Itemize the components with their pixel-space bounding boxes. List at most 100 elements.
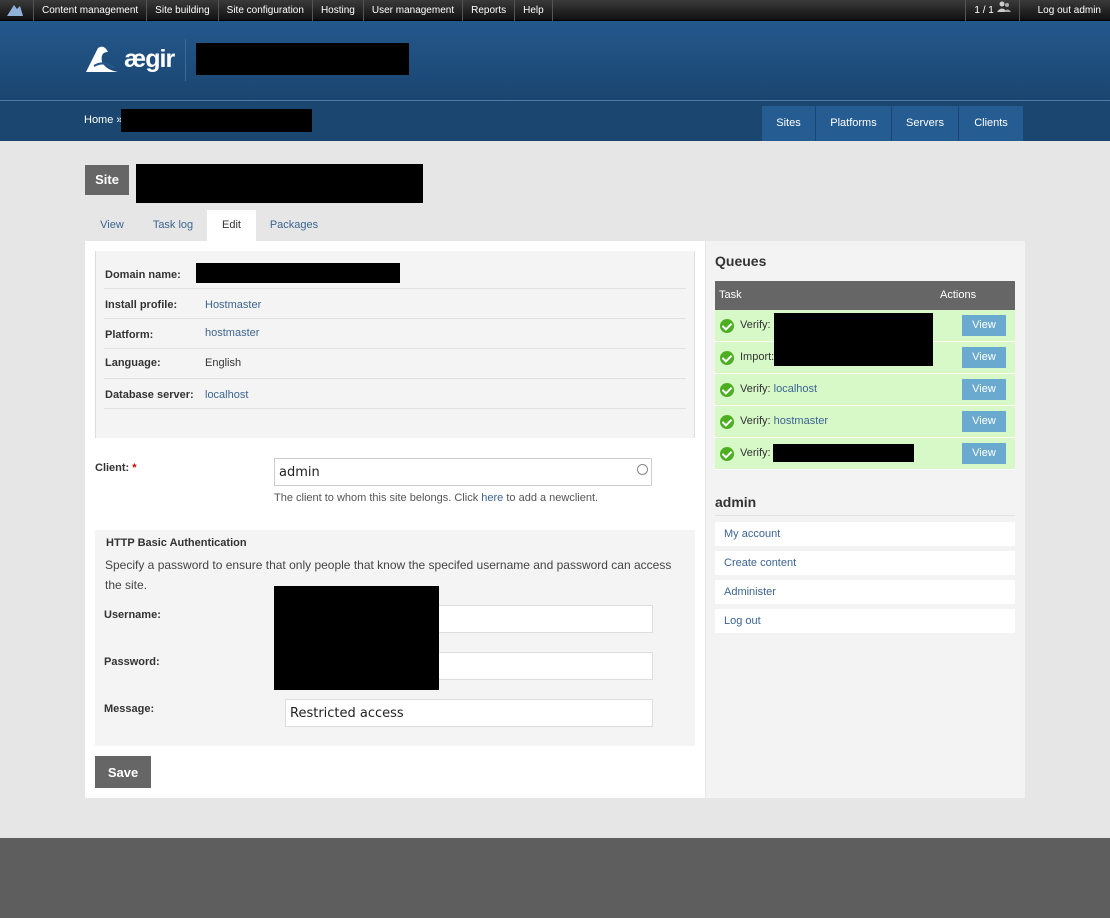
- create-content-link[interactable]: Create content: [715, 551, 1015, 575]
- page-footer: [0, 838, 1110, 918]
- header-divider: [185, 39, 186, 81]
- tab-clients[interactable]: Clients: [959, 106, 1023, 141]
- redacted-site-name: [196, 43, 409, 75]
- view-button[interactable]: View: [962, 411, 1006, 432]
- queues-table-header: Task Actions: [715, 281, 1015, 310]
- view-button[interactable]: View: [962, 443, 1006, 464]
- logout-link[interactable]: Log out admin: [1020, 0, 1110, 21]
- my-account-link[interactable]: My account: [715, 522, 1015, 546]
- subheader: Home » Sites Platforms Servers Clients: [0, 100, 1110, 141]
- info-row-profile: Install profile: Hostmaster: [104, 289, 686, 319]
- client-label: Client: *: [95, 462, 137, 474]
- language-value: English: [205, 357, 242, 369]
- http-auth-title: HTTP Basic Authentication: [106, 537, 247, 549]
- queue-task: Import:: [740, 351, 774, 363]
- database-label: Database server:: [105, 389, 194, 401]
- username-label: Username:: [104, 609, 161, 621]
- queue-row: Verify: View: [715, 438, 1015, 470]
- message-label: Message:: [104, 703, 155, 715]
- redacted-credentials: [274, 586, 439, 690]
- success-check-icon: [720, 383, 734, 397]
- client-label-text: Client:: [95, 462, 130, 474]
- admin-toolbar-right: 1 / 1 Log out admin: [965, 0, 1110, 21]
- queues-title: Queues: [715, 253, 767, 269]
- queue-task-prefix: Verify:: [740, 383, 771, 395]
- admin-menu: Content management Site building Site co…: [33, 0, 553, 21]
- tab-packages[interactable]: Packages: [256, 210, 332, 241]
- breadcrumb: Home »: [84, 114, 123, 126]
- menu-reports[interactable]: Reports: [463, 0, 516, 21]
- menu-hosting[interactable]: Hosting: [313, 0, 364, 21]
- brand-name: ægir: [124, 44, 175, 73]
- menu-help[interactable]: Help: [515, 0, 553, 21]
- autocomplete-throbber-icon: [637, 464, 648, 475]
- save-button[interactable]: Save: [95, 756, 151, 788]
- client-desc-text-end: to add a newclient.: [503, 492, 599, 504]
- tab-task-log[interactable]: Task log: [139, 210, 207, 241]
- platform-link[interactable]: hostmaster: [205, 327, 259, 339]
- password-label: Password:: [104, 656, 160, 668]
- info-row-domain: Domain name:: [104, 259, 686, 289]
- client-description: The client to whom this site belongs. Cl…: [274, 492, 598, 504]
- redacted-breadcrumb: [121, 109, 312, 132]
- redacted-task-target: [774, 313, 933, 342]
- tab-servers[interactable]: Servers: [892, 106, 958, 141]
- required-marker: *: [132, 462, 137, 474]
- tab-edit[interactable]: Edit: [207, 210, 256, 241]
- site-info-panel: Domain name: Install profile: Hostmaster…: [95, 251, 695, 438]
- queue-task: Verify:: [740, 319, 771, 331]
- queues-table: Task Actions Verify: View Import: View V…: [715, 281, 1015, 470]
- queue-task-link[interactable]: localhost: [774, 383, 817, 395]
- primary-tabs: Sites Platforms Servers Clients: [762, 106, 1024, 141]
- profile-link[interactable]: Hostmaster: [205, 299, 261, 311]
- view-button[interactable]: View: [962, 315, 1006, 336]
- info-row-platform: Platform: hostmaster: [104, 319, 686, 349]
- menu-site-configuration[interactable]: Site configuration: [219, 0, 313, 21]
- success-check-icon: [720, 415, 734, 429]
- redacted-page-title: [136, 164, 423, 203]
- redacted-task-target: [774, 342, 933, 366]
- http-auth-fieldset: HTTP Basic Authentication Specify a pass…: [95, 530, 695, 746]
- queue-task-prefix: Import:: [740, 351, 775, 363]
- menu-user-management[interactable]: User management: [364, 0, 464, 21]
- breadcrumb-home[interactable]: Home: [84, 114, 113, 126]
- queue-row: Import: View: [715, 342, 1015, 374]
- tab-platforms[interactable]: Platforms: [816, 106, 891, 141]
- success-check-icon: [720, 319, 734, 333]
- message-field[interactable]: Restricted access: [285, 699, 653, 727]
- users-icon: [996, 1, 1011, 12]
- col-actions: Actions: [940, 289, 977, 301]
- profile-label: Install profile:: [105, 299, 178, 311]
- database-link[interactable]: localhost: [205, 389, 248, 401]
- success-check-icon: [720, 447, 734, 461]
- menu-content-management[interactable]: Content management: [34, 0, 148, 21]
- queue-task-prefix: Verify:: [740, 319, 771, 331]
- queue-row: Verify: View: [715, 310, 1015, 342]
- tab-sites[interactable]: Sites: [762, 106, 815, 141]
- queue-task-prefix: Verify:: [740, 415, 771, 427]
- administer-link[interactable]: Administer: [715, 580, 1015, 604]
- queue-task: Verify: localhost: [740, 383, 817, 395]
- view-button[interactable]: View: [962, 347, 1006, 368]
- view-button[interactable]: View: [962, 379, 1006, 400]
- queue-task-prefix: Verify:: [740, 447, 771, 459]
- success-check-icon: [720, 351, 734, 365]
- aegir-toolbar-icon[interactable]: [6, 3, 24, 17]
- aegir-logo[interactable]: ægir: [84, 44, 175, 74]
- queue-row: Verify: hostmaster View: [715, 406, 1015, 438]
- add-client-link[interactable]: here: [481, 492, 503, 504]
- main-content: Domain name: Install profile: Hostmaster…: [85, 241, 705, 798]
- user-count[interactable]: 1 / 1: [966, 0, 1020, 21]
- platform-label: Platform:: [105, 329, 154, 341]
- page-type-badge: Site: [85, 165, 129, 195]
- tab-view[interactable]: View: [85, 210, 139, 241]
- logout-sidebar-link[interactable]: Log out: [715, 609, 1015, 633]
- menu-site-building[interactable]: Site building: [147, 0, 219, 21]
- site-header: ægir: [0, 21, 1110, 100]
- redacted-task-target: [773, 444, 914, 462]
- client-desc-text: The client to whom this site belongs. Cl…: [274, 492, 482, 504]
- info-row-database: Database server: localhost: [104, 379, 686, 409]
- queue-task-link[interactable]: hostmaster: [774, 415, 828, 427]
- client-input[interactable]: admin: [274, 458, 652, 486]
- local-tabs: View Task log Edit Packages: [85, 210, 332, 241]
